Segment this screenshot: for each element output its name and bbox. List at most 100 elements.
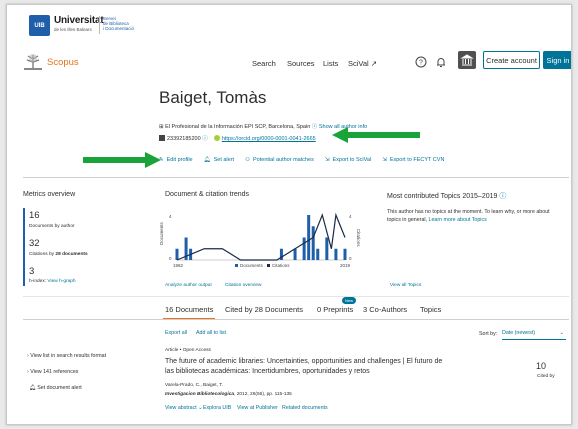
right-tick-label: 4	[349, 214, 352, 219]
metrics-accent-bar	[23, 208, 25, 286]
view-references-link[interactable]: › View 141 references	[27, 369, 78, 375]
analyze-author-output-link[interactable]: Analyze author output	[165, 283, 212, 288]
document-bar	[307, 215, 311, 260]
set-document-alert-link[interactable]: 🔔︎ Set document alert	[29, 385, 82, 391]
help-icon[interactable]: ?	[415, 56, 427, 68]
sort-select[interactable]: Date (newest) ⌄	[502, 330, 566, 340]
author-name: Baiget, Tomàs	[159, 88, 267, 107]
citations-label: Citations by 28 documents	[29, 252, 88, 257]
document-bar	[316, 248, 320, 260]
trends-title: Document & citation trends	[165, 191, 250, 198]
university-subtitle: de les Illes Balears	[54, 27, 92, 32]
create-account-button[interactable]: Create account	[483, 51, 540, 69]
doc-authors: Varela-Prado, C., Baiget, T.	[165, 383, 223, 388]
document-citation-chart: 40401982 2019Documents CitationsDocuments C…	[159, 212, 361, 268]
elsevier-tree-icon[interactable]	[23, 53, 43, 71]
topics-title: Most contributed Topics 2015–2019 ⓘ	[387, 193, 507, 200]
x-end-label: 2019	[340, 263, 351, 268]
left-tick-label: 0	[169, 256, 172, 261]
bell-icon: 🔔︎	[29, 385, 36, 391]
explora-uib-link[interactable]: Explora UIB	[203, 405, 231, 411]
document-bar	[343, 248, 347, 260]
bell-icon[interactable]	[435, 56, 447, 68]
tab-topics[interactable]: Topics	[420, 305, 441, 314]
tab-preprints[interactable]: 0 Preprints	[317, 305, 353, 314]
annotation-arrow-orcid	[332, 127, 420, 143]
sort-label: Sort by:	[479, 331, 498, 337]
topics-info-icon[interactable]: ⓘ	[499, 193, 506, 200]
documents-label: Documents by author	[29, 224, 75, 229]
potential-matches-link[interactable]: ⚇ Potential author matches	[245, 157, 314, 163]
divider	[23, 177, 569, 178]
bell-icon: 🔔︎	[203, 157, 211, 163]
export-icon: ⇲	[382, 157, 387, 163]
document-title-link[interactable]: The future of academic libraries: Uncert…	[165, 357, 445, 377]
building-icon: ⊞	[159, 124, 164, 130]
learn-more-topics-link[interactable]: Learn more about Topics	[429, 217, 487, 223]
y-axis-label-left: Documents	[159, 221, 164, 245]
scopus-author-id: 23392185200	[167, 136, 201, 142]
export-fecyt-link[interactable]: ⇲ Export to FECYT CVN	[382, 157, 444, 163]
cited-by-count[interactable]: 10	[536, 361, 546, 371]
nav-scival[interactable]: SciVal ↗	[348, 59, 377, 68]
tab-cited-by[interactable]: Cited by 28 Documents	[225, 305, 303, 314]
tab-co-authors[interactable]: 3 Co-Authors	[363, 305, 407, 314]
y-axis-label-right: Citations	[356, 229, 361, 247]
nav-sources[interactable]: Sources	[287, 59, 315, 68]
institution-icon[interactable]	[458, 51, 476, 69]
nav-search[interactable]: Search	[252, 59, 276, 68]
legend-documents-swatch	[235, 264, 238, 267]
add-all-to-list-link[interactable]: Add all to list	[196, 330, 226, 336]
view-h-graph-link[interactable]: View h-graph	[47, 279, 75, 284]
export-scival-link[interactable]: ⇲ Export to SciVal	[325, 157, 371, 163]
divider	[23, 296, 569, 297]
legend-citations-swatch	[267, 264, 270, 267]
tab-documents[interactable]: 16 Documents	[165, 305, 213, 314]
orcid-link[interactable]: https://orcid.org/0000-0001-0041-2665	[222, 136, 316, 142]
topics-message: This author has no topics at the moment.…	[387, 209, 550, 223]
id-info-icon[interactable]: ⓘ	[202, 136, 208, 142]
library-service-name: Servei de Biblioteca i Documentació	[103, 16, 135, 32]
citations-count: 32	[29, 238, 40, 249]
author-actions: ✎ Edit profile 🔔︎ Set alert ⚇ Potential aut…	[159, 157, 444, 163]
banner-divider	[99, 16, 100, 34]
people-icon: ⚇	[245, 157, 251, 163]
orcid-icon	[213, 135, 220, 141]
set-alert-link[interactable]: 🔔︎ Set alert	[204, 157, 234, 163]
export-all-link[interactable]: Export all	[165, 330, 187, 336]
view-all-topics-link[interactable]: View all Topics	[390, 283, 421, 288]
chevron-down-icon: ⌄	[559, 330, 564, 336]
document-bar	[175, 248, 179, 260]
info-icon[interactable]: ⓘ	[312, 124, 318, 130]
annotation-arrow-edit	[83, 152, 161, 168]
doc-source: Investigacion Bibliotecologica, 2012, 26…	[165, 392, 292, 397]
scopus-id-icon	[159, 135, 165, 141]
view-list-search-results-link[interactable]: › View list in search results format	[27, 353, 106, 359]
legend-documents-label: Documents	[240, 263, 264, 268]
divider	[23, 319, 569, 320]
right-tick-label: 0	[349, 256, 352, 261]
browser-frame: UIB Universitat de les Illes Balears Ser…	[6, 4, 572, 425]
left-tick-label: 4	[169, 214, 172, 219]
nav-lists[interactable]: Lists	[323, 59, 338, 68]
sign-in-button[interactable]: Sign in	[543, 51, 571, 69]
view-abstract-link[interactable]: View abstract ⌄	[165, 405, 203, 411]
citation-overview-link[interactable]: Citation overview	[225, 283, 262, 288]
hindex-value: 3	[29, 266, 35, 277]
document-bar	[293, 248, 297, 260]
uib-logo[interactable]: UIB	[29, 15, 50, 36]
document-bar	[334, 248, 338, 260]
scopus-logo-text[interactable]: Scopus	[47, 57, 79, 68]
documents-count: 16	[29, 210, 40, 221]
related-documents-link[interactable]: Related documents	[282, 405, 328, 411]
edit-profile-link[interactable]: ✎ Edit profile	[159, 157, 193, 163]
x-start-label: 1982	[173, 263, 184, 268]
cited-by-label: Cited by	[537, 374, 555, 379]
new-badge: New	[342, 297, 357, 304]
citations-line	[176, 212, 346, 261]
export-icon: ⇲	[324, 157, 330, 163]
hindex-label: h-index: View h-graph	[29, 279, 76, 284]
university-name: Universitat	[54, 15, 104, 26]
author-ids: 23392185200 ⓘ https://orcid.org/0000-000…	[159, 134, 316, 142]
view-at-publisher-link[interactable]: View at Publisher	[237, 405, 278, 411]
